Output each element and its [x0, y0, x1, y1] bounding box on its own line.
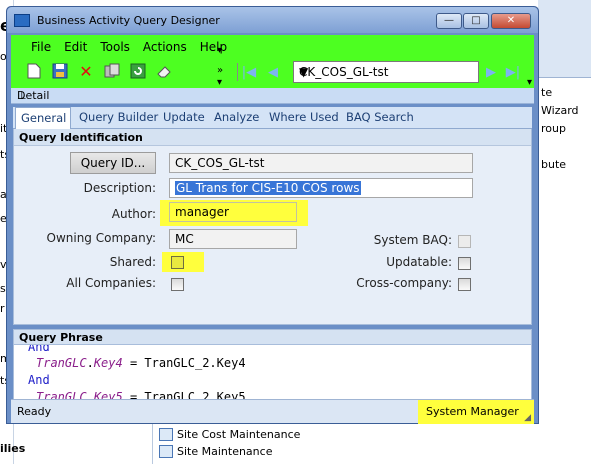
description-label: Description: [83, 181, 156, 195]
list-item-label: Site Cost Maintenance [177, 428, 301, 441]
tab-query-builder[interactable]: Query Builder [79, 110, 158, 124]
all-companies-checkbox[interactable] [171, 278, 184, 291]
previous-record-icon[interactable]: ◀ [265, 64, 281, 80]
next-record-icon[interactable]: ▶ [483, 64, 499, 80]
code-line: TranGLC.Key4 = TranGLC_2.Key4 [36, 356, 246, 370]
owning-company-field[interactable]: MC [169, 229, 297, 249]
query-id-combo[interactable]: CK_COS_GL-tst ▼ [293, 61, 479, 83]
query-id-field[interactable]: CK_COS_GL-tst [169, 153, 473, 173]
description-field[interactable]: GL Trans for CIS-E10 COS rows [169, 178, 473, 198]
list-item-label: Site Maintenance [177, 445, 273, 458]
list-item[interactable]: Site Maintenance [159, 445, 272, 458]
all-companies-label: All Companies: [66, 276, 156, 290]
title-bar[interactable]: Business Activity Query Designer — □ ✕ [7, 7, 538, 33]
background-right-header [538, 0, 591, 78]
first-record-icon[interactable]: |◀ [241, 64, 257, 80]
shared-checkbox[interactable] [171, 256, 184, 269]
description-value: GL Trans for CIS-E10 COS rows [175, 181, 361, 195]
app-icon [14, 14, 30, 27]
copy-icon[interactable] [103, 62, 121, 80]
status-user: System Manager ◢ [418, 400, 534, 424]
tab-where-used[interactable]: Where Used [269, 110, 339, 124]
toolbar-overflow-arrow-icon[interactable]: ▾ [217, 77, 222, 88]
query-designer-window: Business Activity Query Designer — □ ✕ F… [6, 6, 539, 424]
minimize-button[interactable]: — [436, 13, 462, 29]
tab-strip: General Query Builder Update Analyze Whe… [13, 107, 532, 130]
list-item[interactable]: Site Cost Maintenance [159, 428, 300, 441]
refresh-icon[interactable] [129, 62, 147, 80]
query-id-button[interactable]: Query ID... [70, 152, 156, 174]
toolbar-separator [237, 63, 238, 81]
author-label: Author: [111, 207, 156, 221]
toolbar: ✕ [25, 62, 181, 81]
cross-company-label: Cross-company: [356, 276, 452, 290]
tab-update[interactable]: Update [163, 110, 205, 124]
tab-analyze[interactable]: Analyze [214, 110, 259, 124]
shared-label: Shared: [109, 255, 156, 269]
delete-icon[interactable]: ✕ [77, 62, 95, 81]
system-baq-label: System BAQ: [373, 233, 452, 247]
background-text: r [0, 302, 5, 315]
cross-company-checkbox[interactable] [458, 278, 471, 291]
menu-actions[interactable]: Actions [137, 40, 194, 54]
system-baq-checkbox[interactable] [458, 235, 471, 248]
window-title: Business Activity Query Designer [37, 14, 220, 27]
menu-tools[interactable]: Tools [94, 40, 137, 54]
updatable-checkbox[interactable] [458, 257, 471, 270]
menu-bar: File Edit Tools Actions Help [25, 40, 234, 54]
query-phrase-heading: Query Phrase [13, 329, 532, 345]
tab-baq-search[interactable]: BAQ Search [346, 110, 414, 124]
form-icon [159, 445, 173, 458]
new-icon[interactable] [25, 62, 43, 80]
dropdown-arrow-icon[interactable]: ▼ [299, 65, 476, 79]
code-line: And [28, 373, 50, 387]
background-text: Wizard [541, 104, 579, 117]
background-text: roup [541, 122, 566, 135]
eraser-icon[interactable] [155, 62, 173, 80]
query-identification-panel: Query Identification Query ID... CK_COS_… [13, 129, 532, 325]
status-user-label: System Manager [426, 405, 519, 418]
menu-overflow-icon[interactable]: ▾ [217, 45, 222, 56]
background-text: bute [541, 158, 567, 171]
pin-icon[interactable]: ⊥ [17, 89, 530, 102]
background-menu-list: Site Cost Maintenance Site Maintenance [152, 424, 538, 464]
maximize-button[interactable]: □ [463, 13, 489, 29]
status-text: Ready [17, 405, 52, 418]
background-text: ilies [0, 442, 26, 455]
toolbar-overflow-icon[interactable]: » [217, 65, 223, 76]
menu-help[interactable]: Help [194, 40, 234, 54]
form-icon [159, 428, 173, 441]
menu-edit[interactable]: Edit [58, 40, 94, 54]
nav-overflow-icon[interactable]: ▾ [527, 77, 532, 88]
resize-grip-icon[interactable]: ◢ [524, 413, 531, 423]
code-line: And [28, 344, 50, 354]
updatable-label: Updatable: [386, 255, 452, 269]
author-field[interactable]: manager [169, 202, 297, 222]
save-icon[interactable] [51, 62, 69, 80]
status-bar: Ready System Manager ◢ [11, 399, 534, 424]
menu-toolbar-area: File Edit Tools Actions Help ▾ ✕ » ▾ |◀ … [11, 35, 534, 88]
owning-company-label: Owning Company: [46, 231, 157, 245]
tab-general[interactable]: General [15, 107, 72, 130]
background-text: te [541, 86, 553, 99]
section-heading: Query Identification [14, 129, 531, 146]
detail-header: Detail ⊥ [11, 88, 534, 104]
close-button[interactable]: ✕ [491, 13, 531, 29]
query-phrase-editor[interactable]: And TranGLC.Key4 = TranGLC_2.Key4 And Tr… [13, 344, 532, 406]
menu-file[interactable]: File [25, 40, 58, 54]
last-record-icon[interactable]: ▶| [505, 64, 521, 80]
